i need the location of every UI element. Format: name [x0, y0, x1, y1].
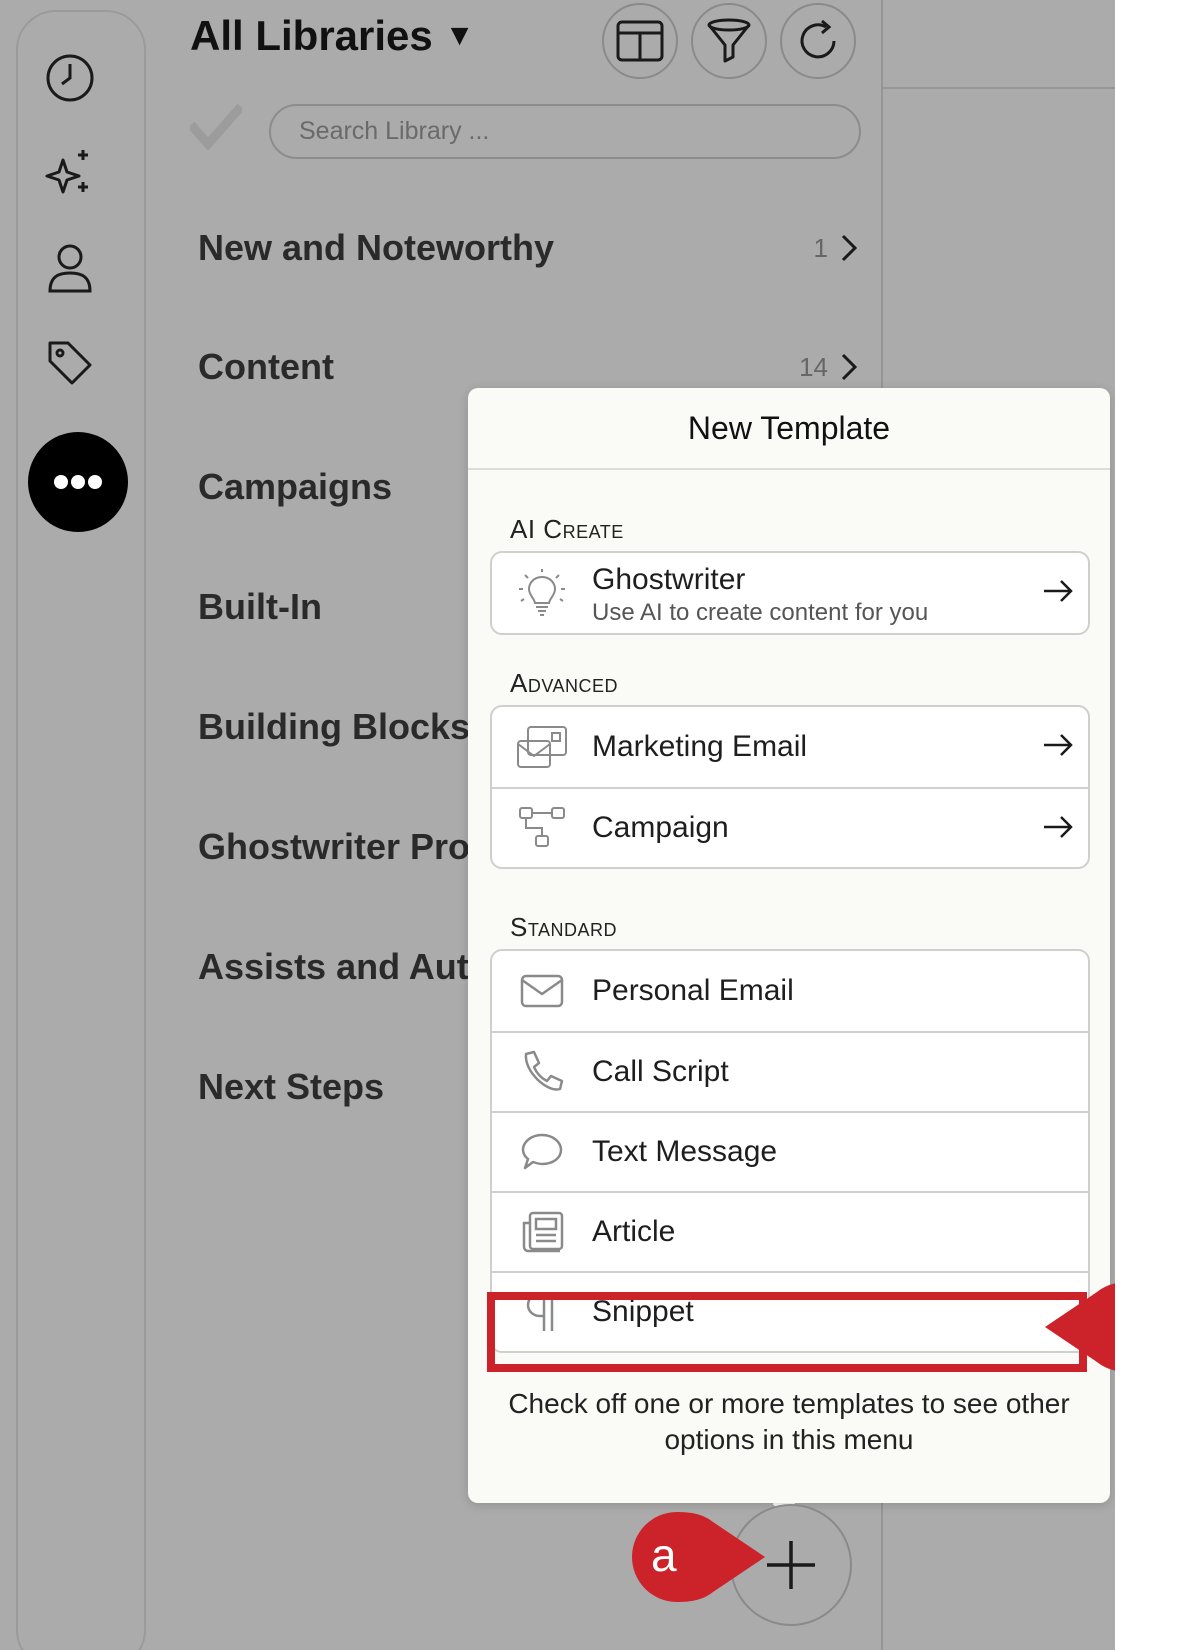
- section-heading-ai-create: AI Create: [510, 514, 624, 544]
- template-option-label: Ghostwriter: [592, 563, 746, 596]
- template-option-article[interactable]: Article: [492, 1191, 1088, 1271]
- search-input[interactable]: [269, 104, 861, 159]
- marketing-email-icon: [514, 719, 570, 775]
- advanced-group: Marketing Email Campaign: [490, 705, 1090, 869]
- refresh-icon: [800, 19, 836, 59]
- layout-button[interactable]: [602, 3, 678, 79]
- app-window: All Libraries ▼ New and Noteworthy 1 Con…: [0, 0, 1115, 1650]
- clock-icon: [46, 54, 94, 102]
- callout-b-label: b: [1113, 1298, 1115, 1352]
- page-title: All Libraries: [190, 12, 433, 59]
- library-item-name: Next Steps: [198, 1066, 385, 1107]
- chevron-right-icon: [841, 234, 858, 262]
- section-heading-advanced: Advanced: [510, 668, 619, 698]
- template-option-call-script[interactable]: Call Script: [492, 1031, 1088, 1111]
- template-option-label: Personal Email: [592, 974, 794, 1007]
- envelope-icon: [514, 963, 570, 1019]
- recent-button[interactable]: [30, 38, 110, 118]
- chat-bubble-icon: [514, 1124, 570, 1180]
- library-item-name: Building Blocks: [198, 706, 471, 747]
- callout-b: b: [1045, 1282, 1115, 1372]
- library-item-name: New and Noteworthy: [198, 227, 555, 268]
- chevron-right-icon: [841, 353, 858, 381]
- template-option-marketing-email[interactable]: Marketing Email: [492, 707, 1088, 787]
- library-item-name: Built-In: [198, 586, 322, 627]
- plus-icon: [767, 1541, 815, 1589]
- callout-a-label: a: [651, 1529, 677, 1581]
- library-selector[interactable]: All Libraries ▼: [190, 12, 474, 60]
- template-option-campaign[interactable]: Campaign: [492, 787, 1088, 867]
- filter-icon: [707, 18, 751, 63]
- more-icon: [54, 475, 102, 489]
- contacts-button[interactable]: [30, 228, 110, 308]
- arrow-right-icon: [1044, 734, 1073, 756]
- newspaper-icon: [514, 1204, 570, 1260]
- tags-button[interactable]: [30, 323, 110, 403]
- more-button[interactable]: [28, 432, 128, 532]
- callout-a: a: [625, 1512, 765, 1602]
- phone-icon: [514, 1044, 570, 1100]
- callout-a-marker-icon: [632, 1512, 765, 1602]
- popover-title: New Template: [468, 388, 1110, 470]
- checkmark-icon: [187, 103, 245, 151]
- filter-button[interactable]: [691, 3, 767, 79]
- refresh-button[interactable]: [780, 3, 856, 79]
- header-divider: [883, 87, 1115, 89]
- library-item-name: Assists and Aut: [198, 946, 469, 987]
- sparkle-icon: [45, 150, 88, 194]
- library-item-name: Content: [198, 346, 334, 387]
- arrow-right-icon: [1044, 580, 1073, 602]
- select-all-checkbox[interactable]: [187, 103, 245, 155]
- template-option-label: Text Message: [592, 1135, 778, 1168]
- section-heading-standard: Standard: [510, 912, 618, 942]
- tag-icon: [48, 341, 92, 385]
- person-icon: [48, 244, 92, 293]
- lightbulb-icon: [514, 565, 570, 621]
- library-item-name: Ghostwriter Pro: [198, 826, 471, 867]
- library-item-name: Campaigns: [198, 466, 393, 507]
- template-option-label: Marketing Email: [592, 730, 808, 763]
- template-option-label: Article: [592, 1215, 676, 1248]
- template-option-label: Call Script: [592, 1055, 729, 1088]
- template-option-personal-email[interactable]: Personal Email: [492, 951, 1088, 1031]
- template-option-ghostwriter[interactable]: Ghostwriter Use AI to create content for…: [492, 553, 1088, 633]
- ai-button[interactable]: [30, 133, 110, 213]
- template-option-description: Use AI to create content for you: [592, 599, 929, 626]
- dropdown-caret-icon: ▼: [444, 19, 475, 52]
- library-item-count: 1: [813, 232, 828, 263]
- ai-create-group: Ghostwriter Use AI to create content for…: [490, 551, 1090, 635]
- library-item[interactable]: New and Noteworthy 1: [198, 208, 868, 288]
- callout-b-marker-icon: [1045, 1283, 1115, 1371]
- library-item-count: 14: [799, 351, 828, 382]
- snippet-highlight-box: [487, 1292, 1087, 1372]
- arrow-right-icon: [1044, 816, 1073, 838]
- popover-footnote: Check off one or more templates to see o…: [508, 1388, 1070, 1455]
- layout-icon: [616, 20, 664, 62]
- template-option-label: Campaign: [592, 811, 729, 844]
- campaign-flow-icon: [514, 800, 570, 856]
- template-option-text-message[interactable]: Text Message: [492, 1111, 1088, 1191]
